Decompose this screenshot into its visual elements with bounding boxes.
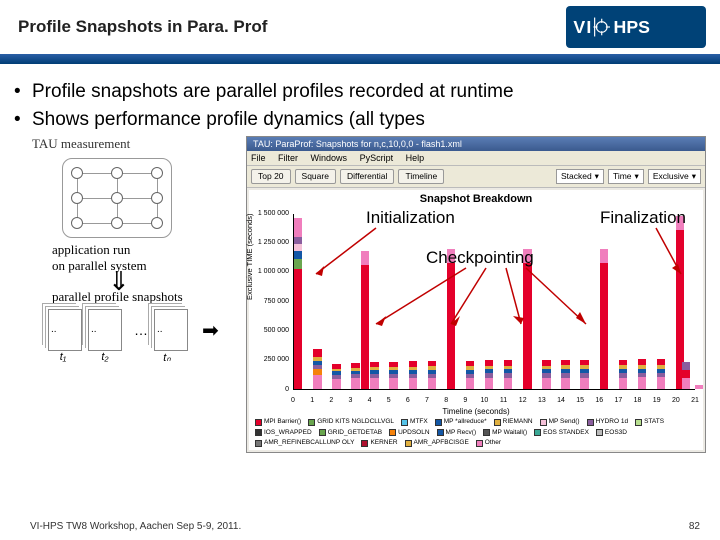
bullet-2: •Shows performance profile dynamics (all… [14,108,706,132]
chevron-down-icon: ▾ [635,171,639,182]
menu-pyscript[interactable]: PyScript [360,153,394,163]
parallel-nodes-diagram [62,158,172,238]
time-labels: t₁t₂tₙ [42,351,242,364]
snapshot-icon: .. [48,309,82,351]
toolbar: Top 20 Square Differential Timeline Stac… [247,166,705,188]
dropdown-stacked[interactable]: Stacked▾ [556,169,604,184]
down-arrow-icon: ⇓ [108,274,242,290]
paraprof-window: TAU: ParaProf: Snapshots for n,c,10,0,0 … [246,136,706,453]
window-titlebar[interactable]: TAU: ParaProf: Snapshots for n,c,10,0,0 … [247,137,705,151]
svg-text:I: I [586,17,591,37]
menu-help[interactable]: Help [406,153,425,163]
dropdown-time[interactable]: Time▾ [608,169,644,184]
x-axis-label: Timeline (seconds) [249,407,703,416]
apprun-label: application run on parallel system [52,242,242,274]
menu-filter[interactable]: Filter [278,153,298,163]
tab-differential[interactable]: Differential [340,169,394,184]
vihps-logo: VI HPS [566,6,706,48]
bullet-1: •Profile snapshots are parallel profiles… [14,80,706,104]
menu-file[interactable]: File [251,153,266,163]
tab-square[interactable]: Square [295,169,336,184]
menubar[interactable]: File Filter Windows PyScript Help [247,151,705,166]
header-bar [0,54,720,64]
ellipsis: … [134,322,148,338]
slide-title: Profile Snapshots in Para. Prof [18,17,267,37]
snapshot-icon: .. [154,309,188,351]
chart-title: Snapshot Breakdown [249,190,703,208]
plot-area [293,214,695,390]
chevron-down-icon: ▾ [692,171,696,182]
legend: MPI Barrier()GRID KITS NGLDCLLVGLMTFXMP … [255,418,697,447]
svg-text:V: V [573,17,585,37]
footer-text: VI-HPS TW8 Workshop, Aachen Sep 5-9, 201… [30,521,241,532]
page-number: 82 [689,521,700,532]
menu-windows[interactable]: Windows [311,153,348,163]
snapshot-icon: .. [88,309,122,351]
tab-top20[interactable]: Top 20 [251,169,291,184]
right-arrow-icon: ➡ [202,318,219,343]
y-axis-label: Exclusive TIME (seconds) [245,213,254,300]
tab-timeline[interactable]: Timeline [398,169,444,184]
svg-text:HPS: HPS [614,17,651,37]
snapshots-label: parallel profile snapshots [52,289,242,305]
snapshot-icons: .. .. … .. ➡ [48,309,242,351]
chart-area: Snapshot Breakdown Exclusive TIME (secon… [249,190,703,450]
dropdown-exclusive[interactable]: Exclusive▾ [648,169,701,184]
chevron-down-icon: ▾ [595,171,599,182]
tau-label: TAU measurement [32,136,242,152]
